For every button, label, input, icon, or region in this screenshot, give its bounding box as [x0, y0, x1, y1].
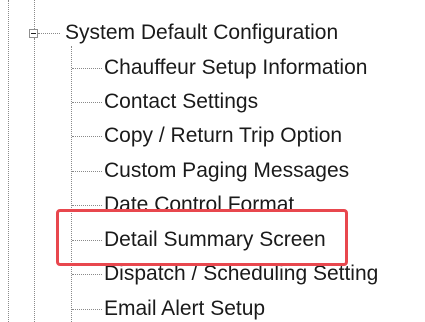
tree-connector-root-top	[34, 0, 35, 29]
tree-connector-root-h	[38, 33, 60, 34]
tree-connector-child-h	[72, 102, 102, 103]
tree-connector-child-h	[72, 171, 102, 172]
tree-connector-child-h	[72, 309, 102, 310]
tree-node-chauffeur-setup-information[interactable]: Chauffeur Setup Information	[104, 55, 367, 81]
tree-connector-child-h	[72, 68, 102, 69]
configuration-tree: System Default Configuration Chauffeur S…	[0, 0, 425, 322]
tree-node-email-alert-setup[interactable]: Email Alert Setup	[104, 296, 265, 322]
tree-node-copy-return-trip-option[interactable]: Copy / Return Trip Option	[104, 123, 342, 149]
collapse-toggle-icon[interactable]	[29, 29, 38, 38]
tree-node-custom-paging-messages[interactable]: Custom Paging Messages	[104, 158, 349, 184]
tree-connector-child-h	[72, 205, 102, 206]
tree-connector-outer	[8, 0, 9, 322]
tree-connector-child-h	[72, 136, 102, 137]
highlight-annotation	[56, 209, 348, 266]
tree-connector-children	[71, 46, 72, 322]
tree-node-contact-settings[interactable]: Contact Settings	[104, 89, 258, 115]
tree-connector-child-h	[72, 274, 102, 275]
tree-connector-root-bottom	[34, 38, 35, 322]
tree-node-system-default-configuration[interactable]: System Default Configuration	[65, 20, 338, 46]
